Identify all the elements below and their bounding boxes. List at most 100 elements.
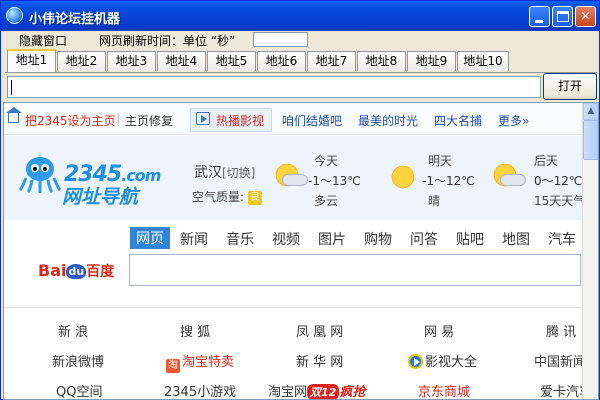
site-link-weibo[interactable]: 新浪微博 [52,351,104,370]
site-link-taobao-sale[interactable]: 淘淘宝特卖 [166,351,234,373]
site-top-bar: 把2345设为主页 主页修复 热播影视 咱们结婚吧 最美的时光 四大名捕 更多» [4,103,584,135]
site-link-sohu[interactable]: 搜 狐 [180,321,210,340]
search-tab-music[interactable]: 音乐 [226,229,254,249]
tab-address-9[interactable]: 地址9 [407,51,456,71]
more-link[interactable]: 更多» [498,112,529,129]
scroll-thumb[interactable] [583,120,598,160]
video-all-label: 影视大全 [425,355,478,370]
tab-divider [5,72,597,73]
scroll-up-arrow-icon[interactable]: ▲ [583,103,598,120]
video-link-2[interactable]: 最美的时光 [358,112,418,129]
search-input[interactable] [129,254,581,286]
tab-address-6[interactable]: 地址6 [257,51,306,71]
search-tab-shopping[interactable]: 购物 [364,229,392,249]
search-tab-video[interactable]: 视频 [272,229,300,249]
crazy-sale-label: 疯抢 [339,385,366,400]
weather-today[interactable]: 今天 -1～13℃ 多云 [274,150,364,210]
app-window: 小伟论坛挂机器 ✕ 隐藏窗口 网页刷新时间：单位 “秒” 地址1 地址2 地址3… [0,0,600,400]
home-icon [6,107,22,123]
taobao-sale-label: 淘宝特卖 [182,355,235,370]
window-title: 小伟论坛挂机器 [29,12,121,27]
search-tab-car[interactable]: 汽车 [548,229,576,249]
weather-day-label: 明天 [428,154,453,168]
browser-view[interactable]: 把2345设为主页 主页修复 热播影视 咱们结婚吧 最美的时光 四大名捕 更多»… [3,102,599,400]
minimize-button[interactable] [529,6,550,27]
section-divider [4,307,584,308]
search-tab-news[interactable]: 新闻 [180,229,208,249]
site-link-xinhua[interactable]: 新 华 网 [296,351,343,370]
tab-address-10[interactable]: 地址10 [457,51,509,71]
double-chevron-icon: » [522,114,530,128]
more-label: 更多 [498,114,523,128]
site-link-taobao[interactable]: 淘宝网 双12 疯抢 [268,381,366,400]
app-icon [6,7,23,24]
city-selector[interactable]: 武汉[切换] [194,162,255,182]
double12-badge: 双12 [307,384,340,399]
baidu-logo-latin: Bai [38,261,67,280]
city-name: 武汉 [194,165,222,181]
minimize-icon [535,20,543,23]
site-link-sina[interactable]: 新 浪 [58,321,88,340]
search-tab-images[interactable]: 图片 [318,229,346,249]
octopus-mascot-icon [18,157,62,194]
tab-address-5[interactable]: 地址5 [207,51,256,71]
refresh-time-input[interactable] [253,32,308,47]
site-link-qzone[interactable]: QQ空间 [56,381,102,399]
air-quality: 空气质量: 良 [192,188,262,205]
hide-window-menu[interactable]: 隐藏窗口 [19,32,67,49]
homepage-repair-link[interactable]: 主页修复 [125,112,173,129]
hot-videos-label[interactable]: 热播影视 [216,112,264,129]
cloud-icon [500,174,526,186]
city-switch-link[interactable]: [切换] [222,166,255,180]
play-icon [408,354,423,369]
video-icon [196,112,210,125]
cloud-icon [282,174,308,186]
tab-address-1[interactable]: 地址1 [7,49,56,72]
close-button[interactable]: ✕ [575,6,596,27]
search-tab-map[interactable]: 地图 [502,229,530,249]
baidu-logo[interactable]: Bai du 百度 [38,261,114,281]
weather-day-label: 今天 [314,154,339,168]
tab-address-2[interactable]: 地址2 [57,51,106,71]
open-button[interactable]: 打开 [543,73,597,100]
weather-tomorrow[interactable]: 明天 -1～12℃ 晴 [388,150,478,210]
maximize-icon [557,11,569,22]
maximize-button[interactable] [552,6,573,27]
weather-temp: -1～12℃ [422,174,475,188]
weather-temp: -1～13℃ [308,174,361,188]
site-link-jd[interactable]: 京东商城 [418,381,470,399]
taobao-icon: 淘 [166,359,180,373]
tab-address-3[interactable]: 地址3 [107,51,156,71]
taobao-label: 淘宝网 [268,385,308,400]
title-bar[interactable]: 小伟论坛挂机器 ✕ [1,1,599,31]
tab-address-4[interactable]: 地址4 [157,51,206,71]
site-link-2345-games[interactable]: 2345小游戏 [164,381,236,399]
refresh-time-label: 网页刷新时间：单位 “秒” [99,34,236,48]
baidu-logo-chinese: 百度 [86,264,115,280]
vertical-scrollbar[interactable]: ▲ [582,103,598,399]
site-link-ifeng[interactable]: 凤 凰 网 [296,321,343,340]
weather-day-after[interactable]: 后天 0～12℃ 15天天气 [492,150,585,210]
search-tab-qa[interactable]: 问答 [410,229,438,249]
weather-desc: 多云 [314,194,339,208]
site-link-chinanews[interactable]: 中国新闻 [534,351,586,370]
weather-desc: 晴 [428,194,441,208]
site-link-qq[interactable]: 腾 讯 [546,321,576,340]
tab-address-7[interactable]: 地址7 [307,51,356,71]
video-link-1[interactable]: 咱们结婚吧 [282,112,342,129]
tab-address-8[interactable]: 地址8 [357,51,406,71]
sun-icon [390,164,416,190]
search-tab-tieba[interactable]: 贴吧 [456,229,484,249]
search-tab-web[interactable]: 网页 [130,227,170,249]
weather-temp: 0～12℃ [534,174,583,188]
site-link-163[interactable]: 网 易 [424,321,454,340]
video-link-3[interactable]: 四大名捕 [434,112,482,129]
site-link-video-all[interactable]: 影视大全 [408,351,477,370]
search-area: 网页 新闻 音乐 视频 图片 购物 问答 贴吧 地图 汽车 Bai du 百度 [4,221,584,297]
air-quality-badge: 良 [247,190,262,205]
set-homepage-link[interactable]: 把2345设为主页 [25,112,116,129]
text-caret [11,80,12,95]
baidu-paw-icon: du [66,264,87,279]
url-input[interactable] [7,76,541,98]
divider [118,113,119,126]
